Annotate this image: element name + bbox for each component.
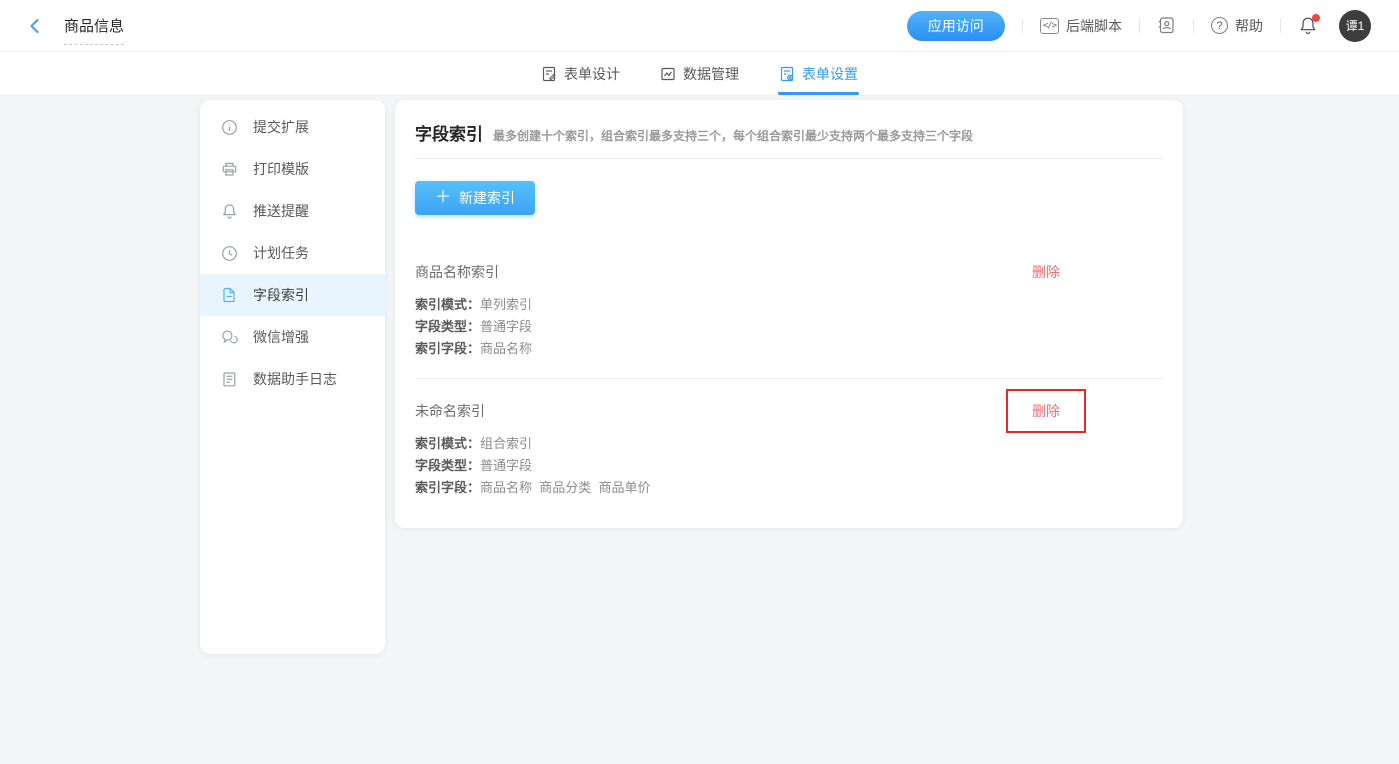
index-mode-row: 索引模式：组合索引 xyxy=(415,433,1163,455)
index-fields-row: 索引字段：商品名称 xyxy=(415,338,1163,360)
app-title[interactable]: 商品信息 xyxy=(64,15,124,45)
backend-script-label: 后端脚本 xyxy=(1066,16,1122,36)
info-icon xyxy=(221,119,238,136)
index-fields-row: 索引字段：商品名称 商品分类 商品单价 xyxy=(415,477,1163,499)
contact-book-icon xyxy=(1157,16,1176,35)
wechat-icon xyxy=(221,329,238,346)
app-header: 商品信息 应用访问 </> 后端脚本 xyxy=(0,0,1399,52)
page: 商品信息 应用访问 </> 后端脚本 xyxy=(0,0,1399,764)
code-icon: </> xyxy=(1040,18,1059,34)
sidebar-item-label: 数据助手日志 xyxy=(253,369,337,389)
panel-title: 字段索引 xyxy=(415,120,483,145)
header-left: 商品信息 xyxy=(26,15,124,37)
data-manage-icon xyxy=(660,66,676,82)
avatar[interactable]: 谭1 xyxy=(1339,10,1371,42)
tab-label: 表单设计 xyxy=(564,64,620,84)
sidebar-item-label: 字段索引 xyxy=(253,285,309,305)
help-label: 帮助 xyxy=(1235,16,1263,36)
tab-form-settings[interactable]: 表单设置 xyxy=(778,52,859,95)
sidebar-item-label: 微信增强 xyxy=(253,327,309,347)
sidebar-item-label: 计划任务 xyxy=(253,243,309,263)
delete-link[interactable]: 删除 xyxy=(1032,401,1060,421)
plus-icon: ＋ xyxy=(435,190,451,206)
delete-link[interactable]: 删除 xyxy=(1032,262,1060,282)
clock-icon xyxy=(221,245,238,262)
sidebar-item-data-assistant-log[interactable]: 数据助手日志 xyxy=(200,358,385,400)
divider xyxy=(1280,19,1281,33)
entry-head: 商品名称索引 删除 xyxy=(415,261,1163,283)
sidebar-item-label: 提交扩展 xyxy=(253,117,309,137)
bell-icon xyxy=(221,203,238,220)
sidebar-item-submit-extension[interactable]: 提交扩展 xyxy=(200,106,385,148)
tab-data-manage[interactable]: 数据管理 xyxy=(659,52,740,95)
delete-cell: 删除 xyxy=(1032,401,1060,421)
form-design-icon xyxy=(541,66,557,82)
tab-bar: 表单设计 数据管理 表单设置 xyxy=(0,52,1399,96)
entry-details: 索引模式：组合索引 字段类型：普通字段 索引字段：商品名称 商品分类 商品单价 xyxy=(415,433,1163,499)
panel-header: 字段索引 最多创建十个索引，组合索引最多支持三个，每个组合索引最少支持两个最多支… xyxy=(415,100,1163,159)
entry-details: 索引模式：单列索引 字段类型：普通字段 索引字段：商品名称 xyxy=(415,294,1163,360)
sidebar-item-field-index[interactable]: 字段索引 xyxy=(200,274,385,316)
field-index-panel: 字段索引 最多创建十个索引，组合索引最多支持三个，每个组合索引最少支持两个最多支… xyxy=(395,100,1183,528)
sidebar-item-label: 打印模版 xyxy=(253,159,309,179)
index-mode-row: 索引模式：单列索引 xyxy=(415,294,1163,316)
backend-script-button[interactable]: </> 后端脚本 xyxy=(1040,16,1122,36)
divider xyxy=(1022,19,1023,33)
notification-badge xyxy=(1312,14,1320,22)
sidebar-item-scheduled-task[interactable]: 计划任务 xyxy=(200,232,385,274)
index-entry-2: 未命名索引 删除 索引模式：组合索引 字段类型：普通字段 索引字段：商品名称 商… xyxy=(415,400,1163,499)
index-name: 商品名称索引 xyxy=(415,262,499,282)
file-icon xyxy=(221,287,238,304)
sidebar-item-print-template[interactable]: 打印模版 xyxy=(200,148,385,190)
new-index-label: 新建索引 xyxy=(459,188,515,208)
field-type-row: 字段类型：普通字段 xyxy=(415,316,1163,338)
app-access-button[interactable]: 应用访问 xyxy=(907,11,1005,41)
help-button[interactable]: ? 帮助 xyxy=(1211,16,1263,36)
tab-label: 数据管理 xyxy=(683,64,739,84)
form-settings-icon xyxy=(779,66,795,82)
chevron-left-icon xyxy=(26,17,44,35)
sidebar-item-label: 推送提醒 xyxy=(253,201,309,221)
entry-divider xyxy=(415,378,1163,379)
header-right: 应用访问 </> 后端脚本 ? xyxy=(907,10,1371,42)
divider xyxy=(1193,19,1194,33)
log-icon xyxy=(221,371,238,388)
panel-subtitle: 最多创建十个索引，组合索引最多支持三个，每个组合索引最少支持两个最多支持三个字段 xyxy=(493,127,973,144)
index-entry-1: 商品名称索引 删除 索引模式：单列索引 字段类型：普通字段 索引字段：商品名称 xyxy=(415,261,1163,360)
back-button[interactable] xyxy=(26,17,44,35)
delete-cell: 删除 xyxy=(1032,262,1060,282)
field-type-row: 字段类型：普通字段 xyxy=(415,455,1163,477)
tab-label: 表单设置 xyxy=(802,64,858,84)
contacts-button[interactable] xyxy=(1157,16,1176,35)
notification-bell[interactable] xyxy=(1298,16,1318,36)
entry-head: 未命名索引 删除 xyxy=(415,400,1163,422)
divider xyxy=(1139,19,1140,33)
printer-icon xyxy=(221,161,238,178)
sidebar-item-push-notification[interactable]: 推送提醒 xyxy=(200,190,385,232)
settings-sidebar: 提交扩展 打印模版 推送提醒 xyxy=(200,100,385,654)
new-index-button[interactable]: ＋ 新建索引 xyxy=(415,181,535,215)
question-icon: ? xyxy=(1211,17,1228,34)
tab-form-design[interactable]: 表单设计 xyxy=(540,52,621,95)
index-name: 未命名索引 xyxy=(415,401,485,421)
sidebar-item-wechat-enhance[interactable]: 微信增强 xyxy=(200,316,385,358)
